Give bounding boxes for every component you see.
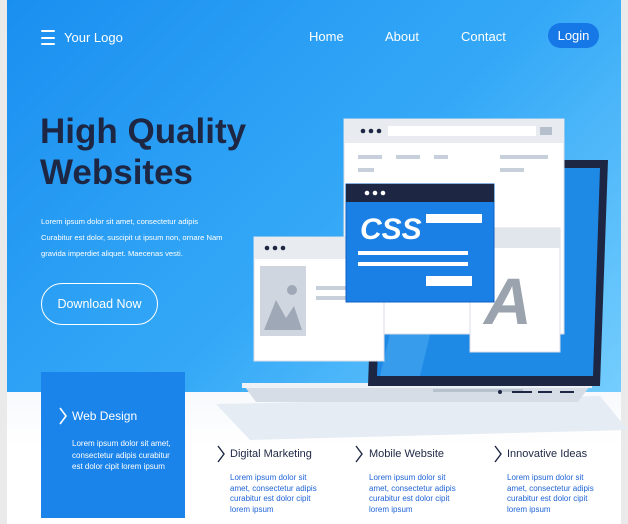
laptop-port-dot [498,390,502,394]
service-title-web-design: Web Design [72,409,138,423]
css-window: CSS [345,183,495,303]
service-text-mobile-website: Lorem ipsum dolor sit amet, consectetur … [369,473,456,514]
service-text-innovative-ideas: Lorem ipsum dolor sit amet, consectetur … [507,473,594,514]
service-title-digital-marketing[interactable]: Digital Marketing [230,448,312,460]
chevron-right-icon [355,445,363,463]
laptop-port-1 [512,391,532,393]
service-text-digital-marketing: Lorem ipsum dolor sit amet, consectetur … [230,473,317,514]
laptop-port-2 [538,391,552,393]
chevron-right-icon [494,445,502,463]
laptop-port-3 [560,391,574,393]
chevron-right-icon [217,445,225,463]
landing-page: Your Logo Home About Contact Login High … [0,0,628,524]
chevron-right-icon [59,407,67,425]
service-title-innovative-ideas[interactable]: Innovative Ideas [507,448,587,460]
laptop-shadow [216,396,628,440]
laptop-hinge [433,389,523,392]
service-title-mobile-website[interactable]: Mobile Website [369,448,444,460]
css-label: CSS [360,213,422,246]
service-text-web-design: Lorem ipsum dolor sit amet, consectetur … [72,439,171,471]
